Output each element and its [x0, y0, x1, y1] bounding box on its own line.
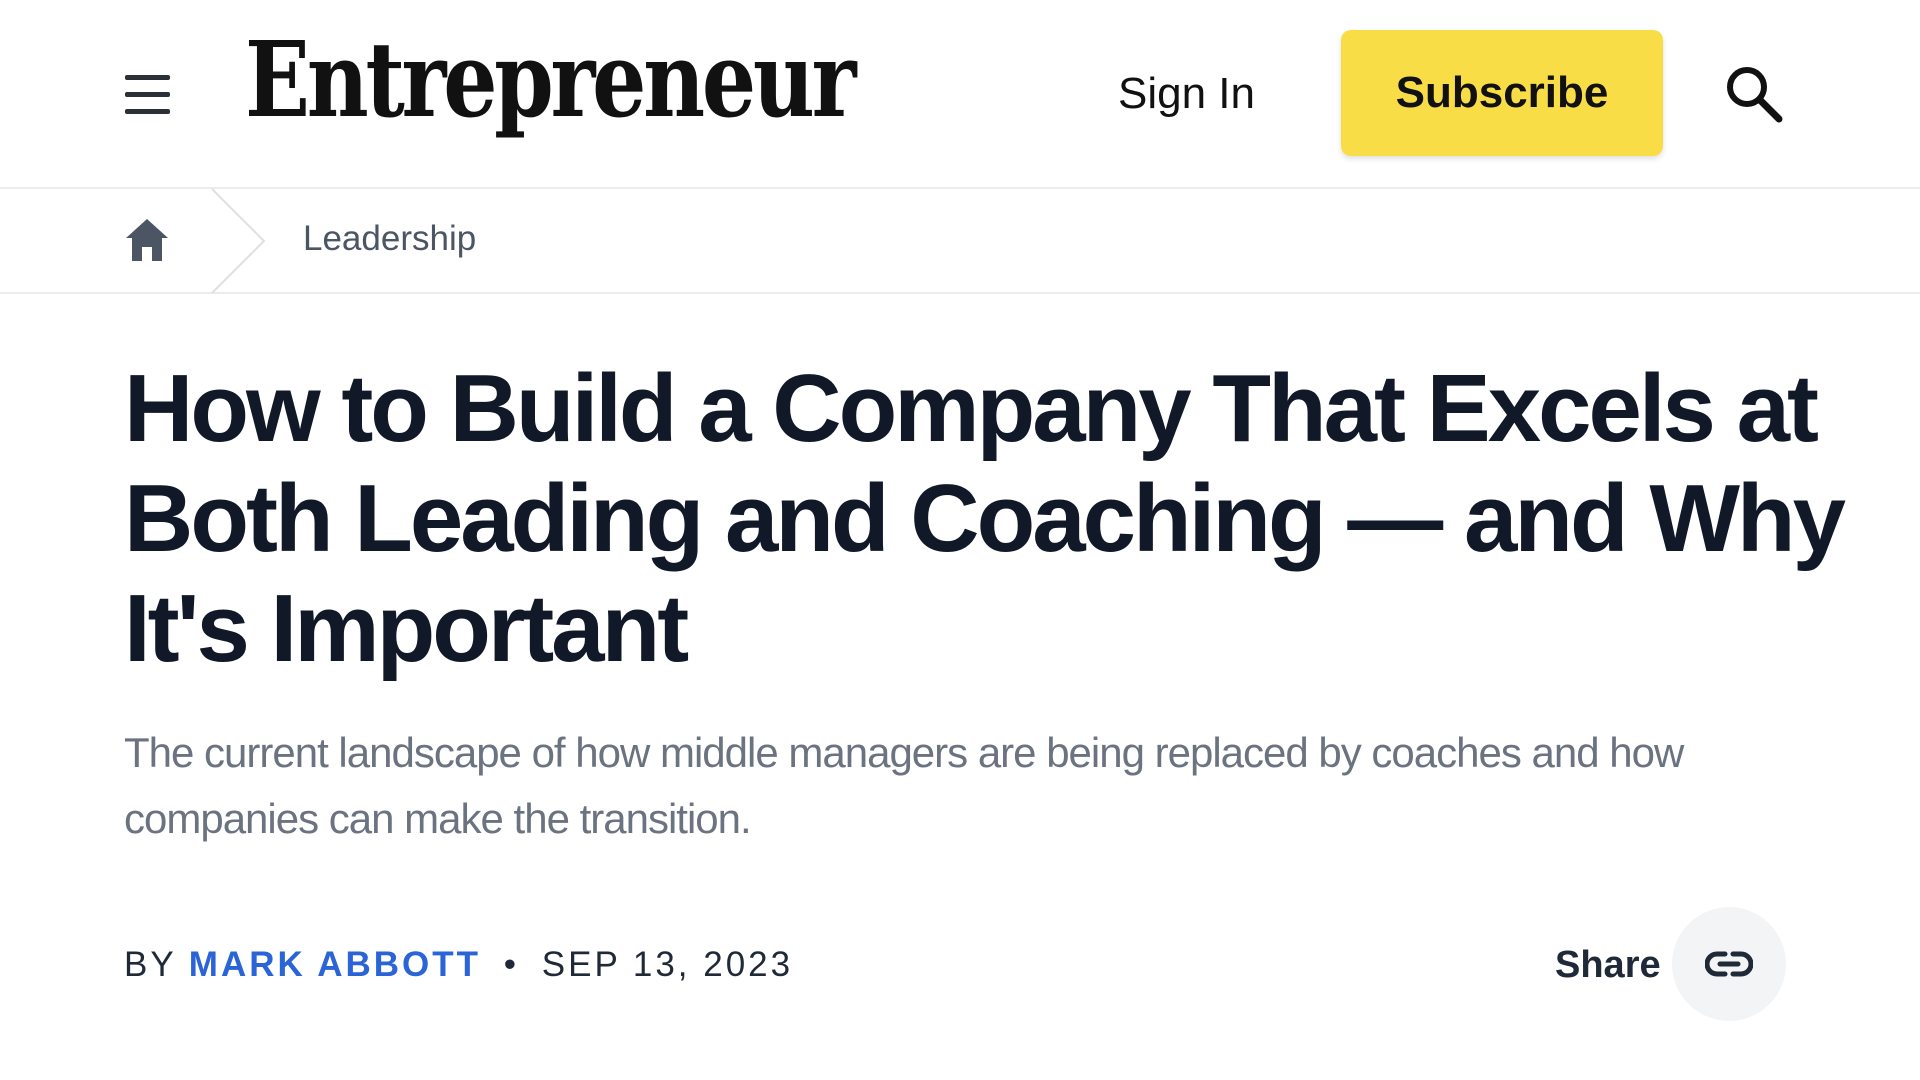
- breadcrumb-item-leadership[interactable]: Leadership: [303, 219, 476, 259]
- menu-bar: [125, 108, 170, 114]
- byline: BY MARK ABBOTT • SEP 13, 2023: [124, 940, 793, 990]
- breadcrumb-separator-icon: [211, 189, 266, 293]
- home-icon[interactable]: [124, 215, 170, 265]
- link-icon[interactable]: [1672, 907, 1786, 1021]
- sign-in-link[interactable]: Sign In: [1118, 62, 1255, 126]
- breadcrumb: Leadership: [0, 189, 1920, 294]
- search-icon[interactable]: [1722, 62, 1786, 126]
- site-header: Entrepreneur Sign In Subscribe: [0, 0, 1920, 189]
- share-label: Share: [1555, 944, 1661, 986]
- subscribe-button[interactable]: Subscribe: [1341, 30, 1663, 156]
- article-dek: The current landscape of how middle mana…: [124, 729, 1684, 842]
- article-headline: How to Build a Company That Excels at Bo…: [124, 355, 1846, 682]
- hamburger-menu-icon[interactable]: [125, 68, 181, 120]
- author-link[interactable]: MARK ABBOTT: [189, 945, 481, 984]
- byline-separator: •: [503, 945, 520, 984]
- menu-bar: [125, 74, 170, 80]
- site-logo[interactable]: Entrepreneur: [245, 18, 857, 143]
- menu-bar: [125, 91, 170, 97]
- byline-prefix: BY: [124, 945, 177, 984]
- publish-date: SEP 13, 2023: [541, 945, 794, 984]
